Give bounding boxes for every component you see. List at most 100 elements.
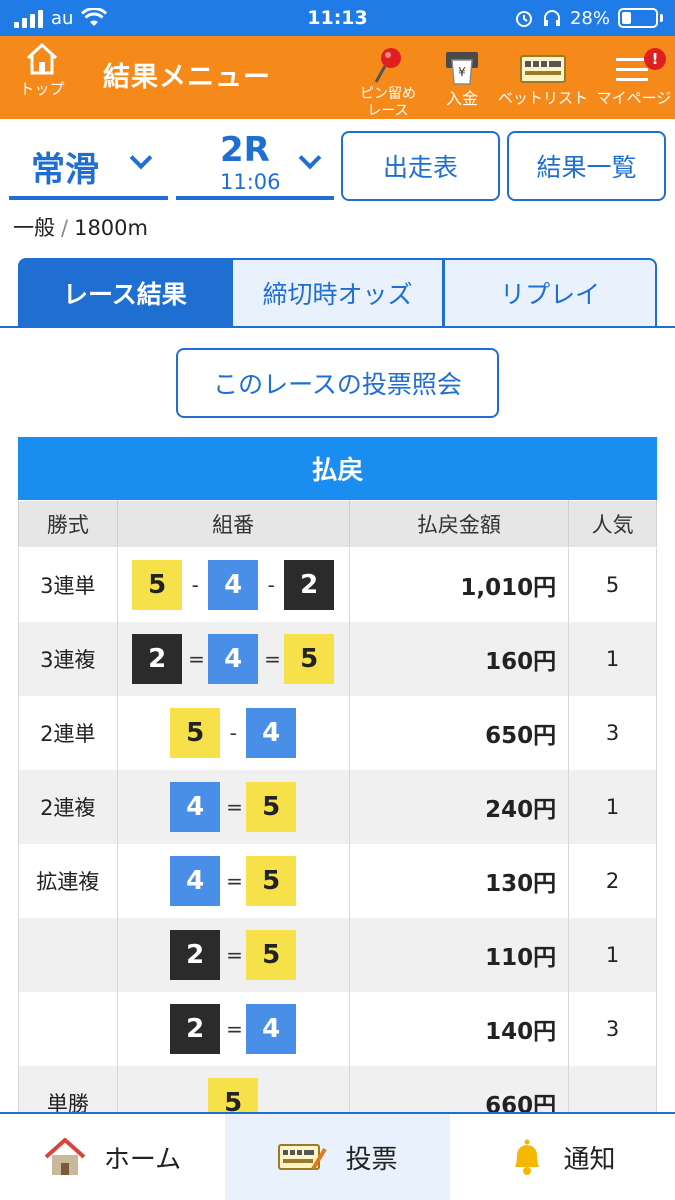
house-icon bbox=[44, 1138, 86, 1175]
boat-number-badge: 5 bbox=[170, 707, 221, 758]
headphones-icon bbox=[543, 10, 560, 26]
boat-number-badge: 2 bbox=[170, 929, 221, 980]
payout-amount-cell: 650円 bbox=[348, 695, 570, 770]
race-meta-separator: / bbox=[61, 216, 69, 240]
payout-row: 2連複 4 = 5 240円 1 bbox=[18, 769, 657, 844]
battery-percent: 28% bbox=[569, 7, 610, 29]
bet-type-cell bbox=[18, 991, 118, 1066]
popularity-cell: 5 bbox=[568, 547, 657, 622]
status-bar: au 11:13 28% bbox=[0, 0, 675, 36]
tab-race-result[interactable]: レース結果 bbox=[18, 258, 232, 328]
svg-text:¥: ¥ bbox=[458, 65, 466, 79]
combination-separator: - bbox=[229, 720, 237, 745]
boat-number-badge: 4 bbox=[170, 855, 221, 906]
nav-home-label: ホーム bbox=[103, 1144, 182, 1175]
chevron-down-icon bbox=[129, 146, 153, 170]
bet-type-cell bbox=[18, 917, 118, 992]
pin-race-button[interactable]: ピン留め レース bbox=[352, 44, 424, 120]
boat-combination: 2 = 4 = 5 bbox=[118, 633, 349, 684]
header-popularity: 人気 bbox=[568, 500, 657, 548]
boat-combination: 2 = 5 bbox=[118, 929, 349, 980]
page-title: 結果メニュー bbox=[103, 62, 271, 93]
app-header: トップ 結果メニュー ピン留め レース ¥ 入金 ベットリスト ! マイページ bbox=[0, 36, 675, 119]
popularity-cell: 3 bbox=[568, 991, 657, 1066]
combination-cell: 2 = 4 = 5 bbox=[116, 621, 350, 696]
payout-row: 3連複 2 = 4 = 5 160円 1 bbox=[18, 621, 657, 696]
popularity-cell: 1 bbox=[568, 917, 657, 992]
chevron-down-icon bbox=[298, 146, 322, 170]
nav-home[interactable]: ホーム bbox=[0, 1114, 225, 1200]
combination-separator: = bbox=[226, 942, 243, 967]
payout-amount-cell: 240円 bbox=[348, 769, 570, 844]
combination-cell: 5-4 bbox=[116, 695, 350, 770]
race-selector[interactable]: 2R 11:06 bbox=[176, 130, 334, 200]
race-number: 2R bbox=[220, 130, 270, 170]
popularity-cell: 1 bbox=[568, 769, 657, 844]
pin-label-line1: ピン留め bbox=[360, 86, 416, 102]
combination-separator: = bbox=[226, 1016, 243, 1041]
venue-selector[interactable]: 常滑 bbox=[9, 130, 168, 200]
alarm-icon bbox=[515, 11, 532, 27]
payout-amount-cell: 130円 bbox=[348, 843, 570, 918]
atm-yen-icon: ¥ bbox=[446, 52, 478, 85]
boat-number-badge: 5 bbox=[246, 929, 297, 980]
bottom-nav: ホーム 投票 通知 bbox=[0, 1112, 675, 1200]
popularity-cell: 2 bbox=[568, 843, 657, 918]
boat-number-badge: 4 bbox=[246, 1003, 297, 1054]
bet-ticket-icon bbox=[520, 55, 566, 83]
tabs-underline bbox=[0, 326, 675, 328]
boat-number-badge: 5 bbox=[246, 855, 297, 906]
nav-notify[interactable]: 通知 bbox=[450, 1114, 675, 1200]
betlist-button[interactable]: ベットリスト bbox=[498, 44, 588, 107]
tab-replay[interactable]: リプレイ bbox=[444, 258, 658, 328]
combination-cell: 5-4-2 bbox=[116, 547, 350, 622]
results-list-button[interactable]: 結果一覧 bbox=[507, 131, 666, 201]
betlist-label: ベットリスト bbox=[498, 89, 589, 107]
header-combination: 組番 bbox=[116, 500, 350, 548]
popularity-cell: 3 bbox=[568, 695, 657, 770]
race-time: 11:06 bbox=[220, 170, 281, 194]
venue-name: 常滑 bbox=[31, 150, 99, 190]
tab-closing-odds[interactable]: 締切時オッズ bbox=[231, 258, 445, 328]
boat-number-badge: 5 bbox=[284, 633, 335, 684]
top-button[interactable]: トップ bbox=[14, 42, 70, 99]
boat-number-badge: 4 bbox=[170, 781, 221, 832]
payout-amount-cell: 110円 bbox=[348, 917, 570, 992]
boat-number-badge: 2 bbox=[170, 1003, 221, 1054]
combination-separator: = bbox=[188, 646, 205, 671]
payout-table: 勝式 組番 払戻金額 人気 3連単 5-4-2 1,010円 5 3連複 2 = 4 = 5 160… bbox=[18, 500, 657, 1140]
race-meta: 一般/1800m bbox=[13, 212, 148, 242]
combination-separator: - bbox=[191, 572, 199, 597]
payout-section-title: 払戻 bbox=[18, 437, 657, 500]
combination-separator: = bbox=[226, 794, 243, 819]
status-right: 28% bbox=[514, 0, 663, 36]
deposit-label: 入金 bbox=[445, 89, 478, 108]
combination-cell: 2 = 4 bbox=[116, 991, 350, 1066]
payout-amount-cell: 1,010円 bbox=[348, 547, 570, 622]
combination-cell: 4 = 5 bbox=[116, 769, 350, 844]
payout-row: 2 = 5 110円 1 bbox=[18, 917, 657, 992]
nav-vote[interactable]: 投票 bbox=[225, 1114, 450, 1200]
deposit-button[interactable]: ¥ 入金 bbox=[436, 44, 488, 107]
popularity-cell: 1 bbox=[568, 621, 657, 696]
entries-button[interactable]: 出走表 bbox=[341, 131, 500, 201]
mypage-button[interactable]: ! マイページ bbox=[596, 44, 672, 107]
vote-inquiry-button[interactable]: このレースの投票照会 bbox=[176, 348, 499, 418]
result-tabs: レース結果 締切時オッズ リプレイ bbox=[18, 258, 658, 328]
boat-combination: 2 = 4 bbox=[118, 1003, 349, 1054]
boat-number-badge: 4 bbox=[246, 707, 297, 758]
bet-type-cell: 2連複 bbox=[18, 769, 118, 844]
payout-row: 2 = 4 140円 3 bbox=[18, 991, 657, 1066]
home-outline-icon bbox=[26, 43, 58, 75]
payout-row: 3連単 5-4-2 1,010円 5 bbox=[18, 547, 657, 622]
combination-cell: 2 = 5 bbox=[116, 917, 350, 992]
mypage-label: マイページ bbox=[596, 89, 672, 107]
boat-number-badge: 2 bbox=[132, 633, 183, 684]
bet-type-cell: 3連単 bbox=[18, 547, 118, 622]
boat-number-badge: 4 bbox=[208, 559, 259, 610]
race-grade: 一般 bbox=[13, 216, 55, 240]
nav-notify-label: 通知 bbox=[563, 1144, 616, 1175]
race-distance: 1800m bbox=[74, 216, 148, 240]
pushpin-icon bbox=[374, 48, 401, 83]
payout-header-row: 勝式 組番 払戻金額 人気 bbox=[18, 500, 657, 548]
